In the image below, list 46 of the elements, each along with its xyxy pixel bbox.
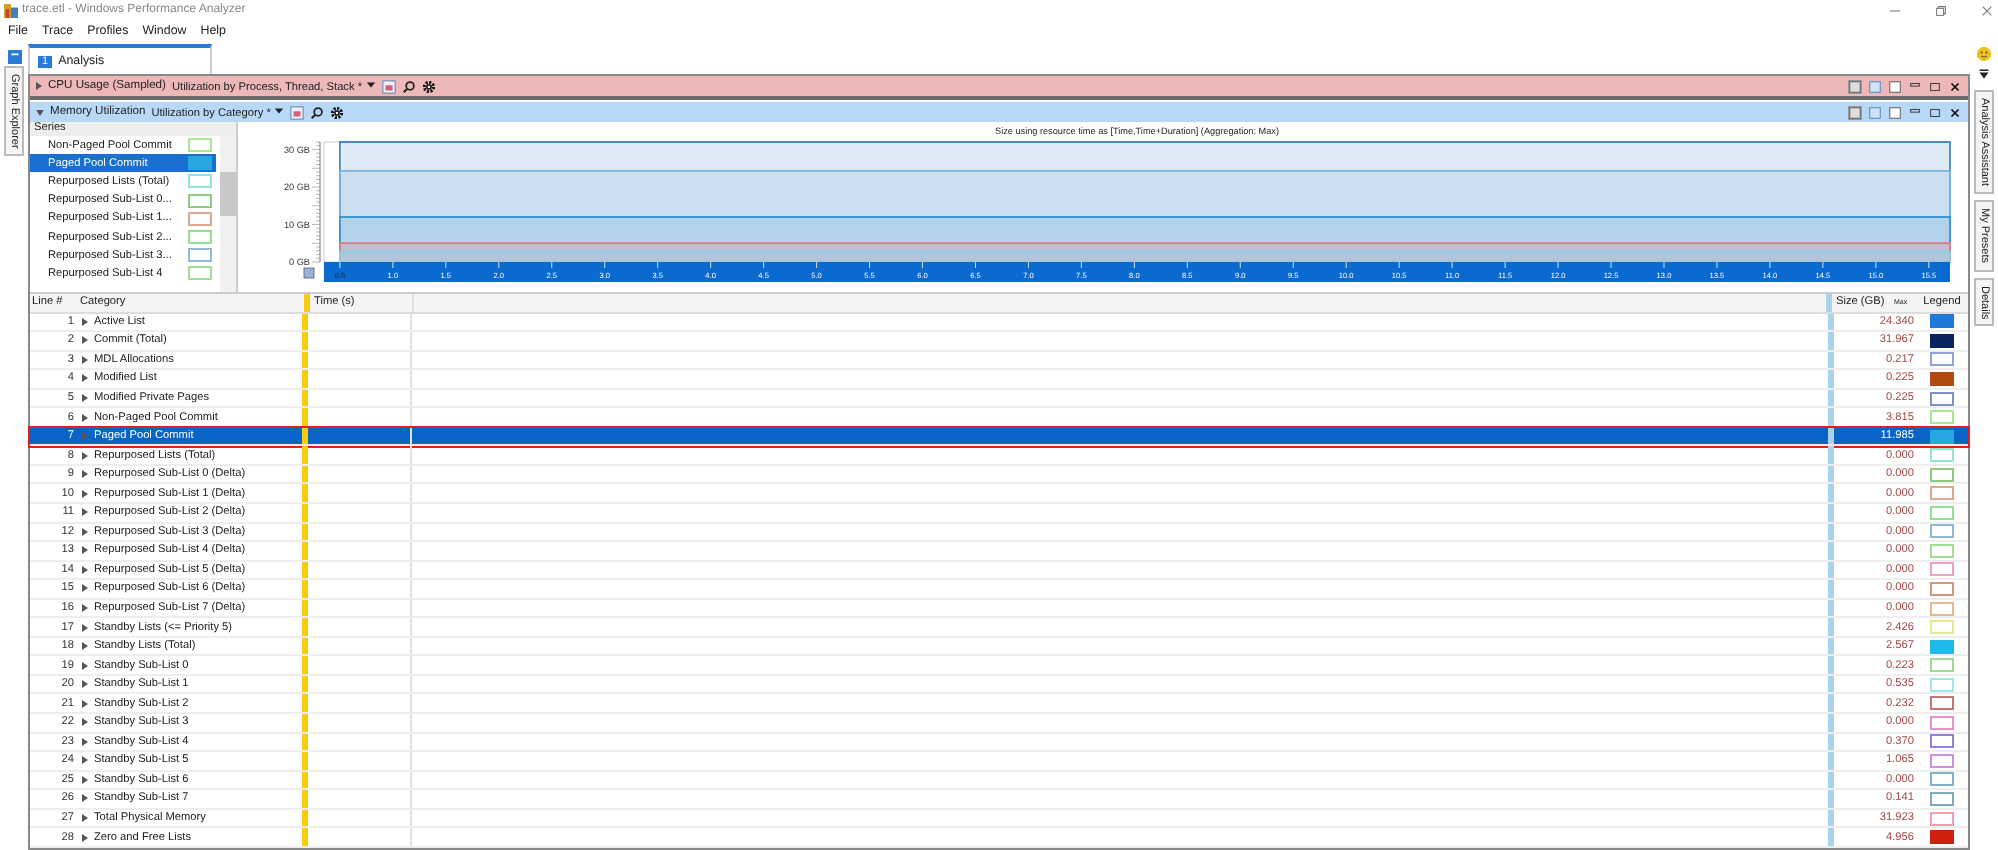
expand-icon[interactable] xyxy=(82,756,88,765)
expand-icon[interactable] xyxy=(82,814,88,823)
chart-icon[interactable] xyxy=(289,105,304,119)
caret-icon[interactable] xyxy=(365,79,376,89)
expand-icon[interactable] xyxy=(82,794,88,803)
expand-icon[interactable] xyxy=(82,451,88,460)
search-icon[interactable] xyxy=(401,79,416,93)
settings-icon[interactable] xyxy=(421,79,436,93)
expand-icon[interactable] xyxy=(82,604,88,613)
caret-icon[interactable] xyxy=(273,105,284,115)
expand-icon[interactable] xyxy=(82,661,88,670)
expand-icon[interactable] xyxy=(82,565,88,574)
expand-icon[interactable] xyxy=(82,470,88,479)
expand-icon[interactable] xyxy=(82,623,88,632)
dropdown-icon[interactable] xyxy=(1978,68,1990,80)
y-axis xyxy=(311,141,321,263)
close-icon[interactable] xyxy=(1948,79,1962,93)
expand-icon[interactable] xyxy=(36,82,42,90)
close-icon[interactable] xyxy=(1948,105,1962,119)
expand-icon[interactable] xyxy=(82,374,88,383)
expand-icon[interactable] xyxy=(82,394,88,402)
expand-icon[interactable] xyxy=(82,336,88,345)
expand-icon[interactable] xyxy=(82,489,88,498)
expand-icon[interactable] xyxy=(36,109,44,115)
expand-icon[interactable] xyxy=(82,355,88,364)
expand-icon[interactable] xyxy=(82,508,88,517)
expand-icon[interactable] xyxy=(82,833,88,842)
expand-icon[interactable] xyxy=(82,718,88,727)
expand-icon[interactable] xyxy=(82,584,88,593)
smiley-icon[interactable] xyxy=(1976,46,1992,62)
app-icon xyxy=(4,3,18,17)
chart-icon[interactable] xyxy=(381,79,396,93)
expand-icon[interactable] xyxy=(82,737,88,746)
expand-icon[interactable] xyxy=(82,775,88,784)
expand-icon[interactable] xyxy=(82,317,88,326)
expand-icon[interactable] xyxy=(82,642,88,651)
panel-icon[interactable] xyxy=(7,50,21,64)
settings-icon[interactable] xyxy=(329,105,344,119)
expand-icon[interactable] xyxy=(82,680,88,689)
zoom-reset-icon[interactable] xyxy=(303,267,315,279)
expand-icon[interactable] xyxy=(82,527,88,536)
search-icon[interactable] xyxy=(309,105,324,119)
scrollbar[interactable] xyxy=(220,136,236,292)
restore-icon[interactable] xyxy=(1934,3,1948,17)
expand-icon[interactable] xyxy=(82,699,88,708)
expand-icon[interactable] xyxy=(82,546,88,555)
